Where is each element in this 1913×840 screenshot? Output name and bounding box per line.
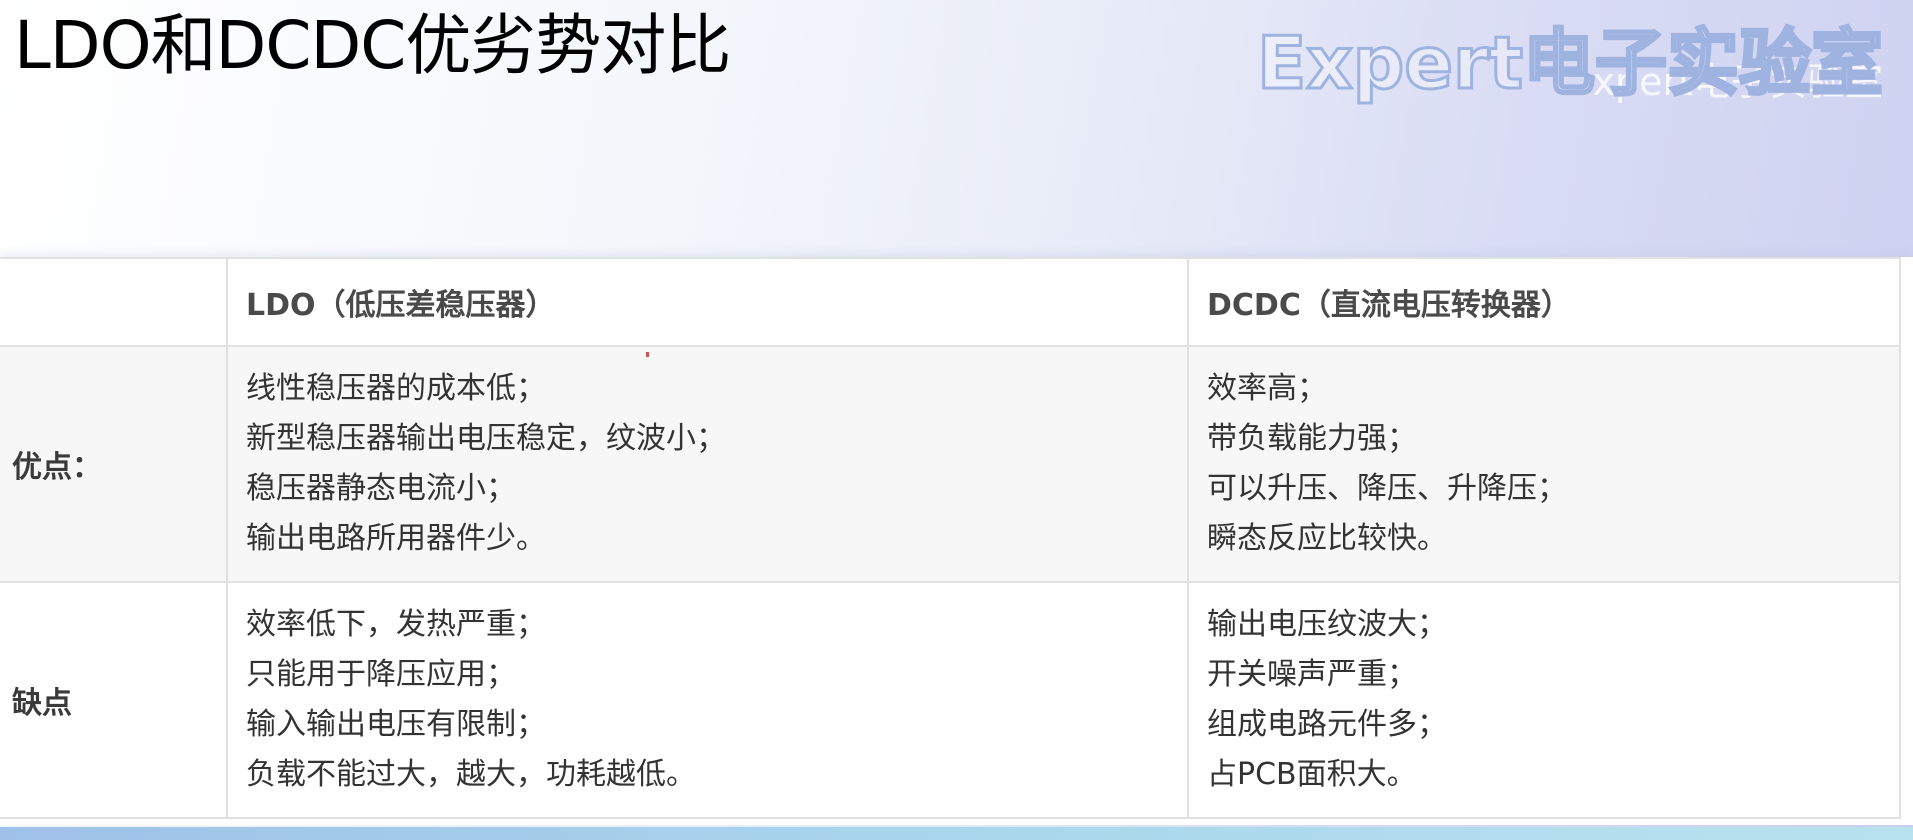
ldo-disadvantages-cell: 效率低下，发热严重； 只能用于降压应用； 输入输出电压有限制； 负载不能过大，越… [226, 581, 1189, 819]
table-header-row: LDO（低压差稳压器） DCDC（直流电压转换器） [0, 257, 1901, 347]
list-item: 开关噪声严重； [1207, 657, 1417, 692]
ldo-advantages-cell: 线性稳压器的成本低； 新型稳压器输出电压稳定，纹波小； 稳压器静态电流小； 输出… [226, 345, 1189, 583]
list-item: 稳压器静态电流小； [246, 471, 516, 506]
comparison-table-container: LDO（低压差稳压器） DCDC（直流电压转换器） 优点： 线性稳压器的成本低；… [0, 257, 1913, 825]
list-item: 输入输出电压有限制； [246, 707, 546, 742]
list-item: 组成电路元件多； [1207, 707, 1447, 742]
bottom-accent-bar [0, 827, 1913, 840]
stray-mark [646, 352, 649, 357]
table-row-advantages: 优点： 线性稳压器的成本低； 新型稳压器输出电压稳定，纹波小； 稳压器静态电流小… [0, 345, 1901, 583]
list-item: 负载不能过大，越大，功耗越低。 [246, 757, 696, 792]
header-empty-cell [0, 257, 228, 347]
list-item: 带负载能力强； [1207, 421, 1417, 456]
list-item: 占PCB面积大。 [1207, 757, 1417, 792]
header-dcdc: DCDC（直流电压转换器） [1187, 257, 1901, 347]
row-label-disadvantages: 缺点 [0, 581, 228, 819]
page-title: LDO和DCDC优劣势对比 [14, 7, 731, 84]
dcdc-advantages-cell: 效率高； 带负载能力强； 可以升压、降压、升降压； 瞬态反应比较快。 [1187, 345, 1901, 583]
list-item: 输出电路所用器件少。 [246, 521, 546, 556]
watermark-text: Expert电子实验室 [1256, 20, 1885, 107]
list-item: 瞬态反应比较快。 [1207, 521, 1447, 556]
dcdc-disadvantages-cell: 输出电压纹波大； 开关噪声严重； 组成电路元件多； 占PCB面积大。 [1187, 581, 1901, 819]
comparison-table: LDO（低压差稳压器） DCDC（直流电压转换器） 优点： 线性稳压器的成本低；… [0, 257, 1901, 819]
watermark-logo: xpert电子实验室 Expert电子实验室 [1256, 18, 1885, 108]
list-item: 线性稳压器的成本低； [246, 371, 546, 406]
list-item: 新型稳压器输出电压稳定，纹波小； [246, 421, 726, 456]
list-item: 效率低下，发热严重； [246, 607, 546, 642]
list-item: 输出电压纹波大； [1207, 607, 1447, 642]
list-item: 可以升压、降压、升降压； [1207, 471, 1567, 506]
list-item: 只能用于降压应用； [246, 657, 516, 692]
header-ldo: LDO（低压差稳压器） [226, 257, 1189, 347]
row-label-advantages: 优点： [0, 345, 228, 583]
list-item: 效率高； [1207, 371, 1327, 406]
table-row-disadvantages: 缺点 效率低下，发热严重； 只能用于降压应用； 输入输出电压有限制； 负载不能过… [0, 581, 1901, 819]
